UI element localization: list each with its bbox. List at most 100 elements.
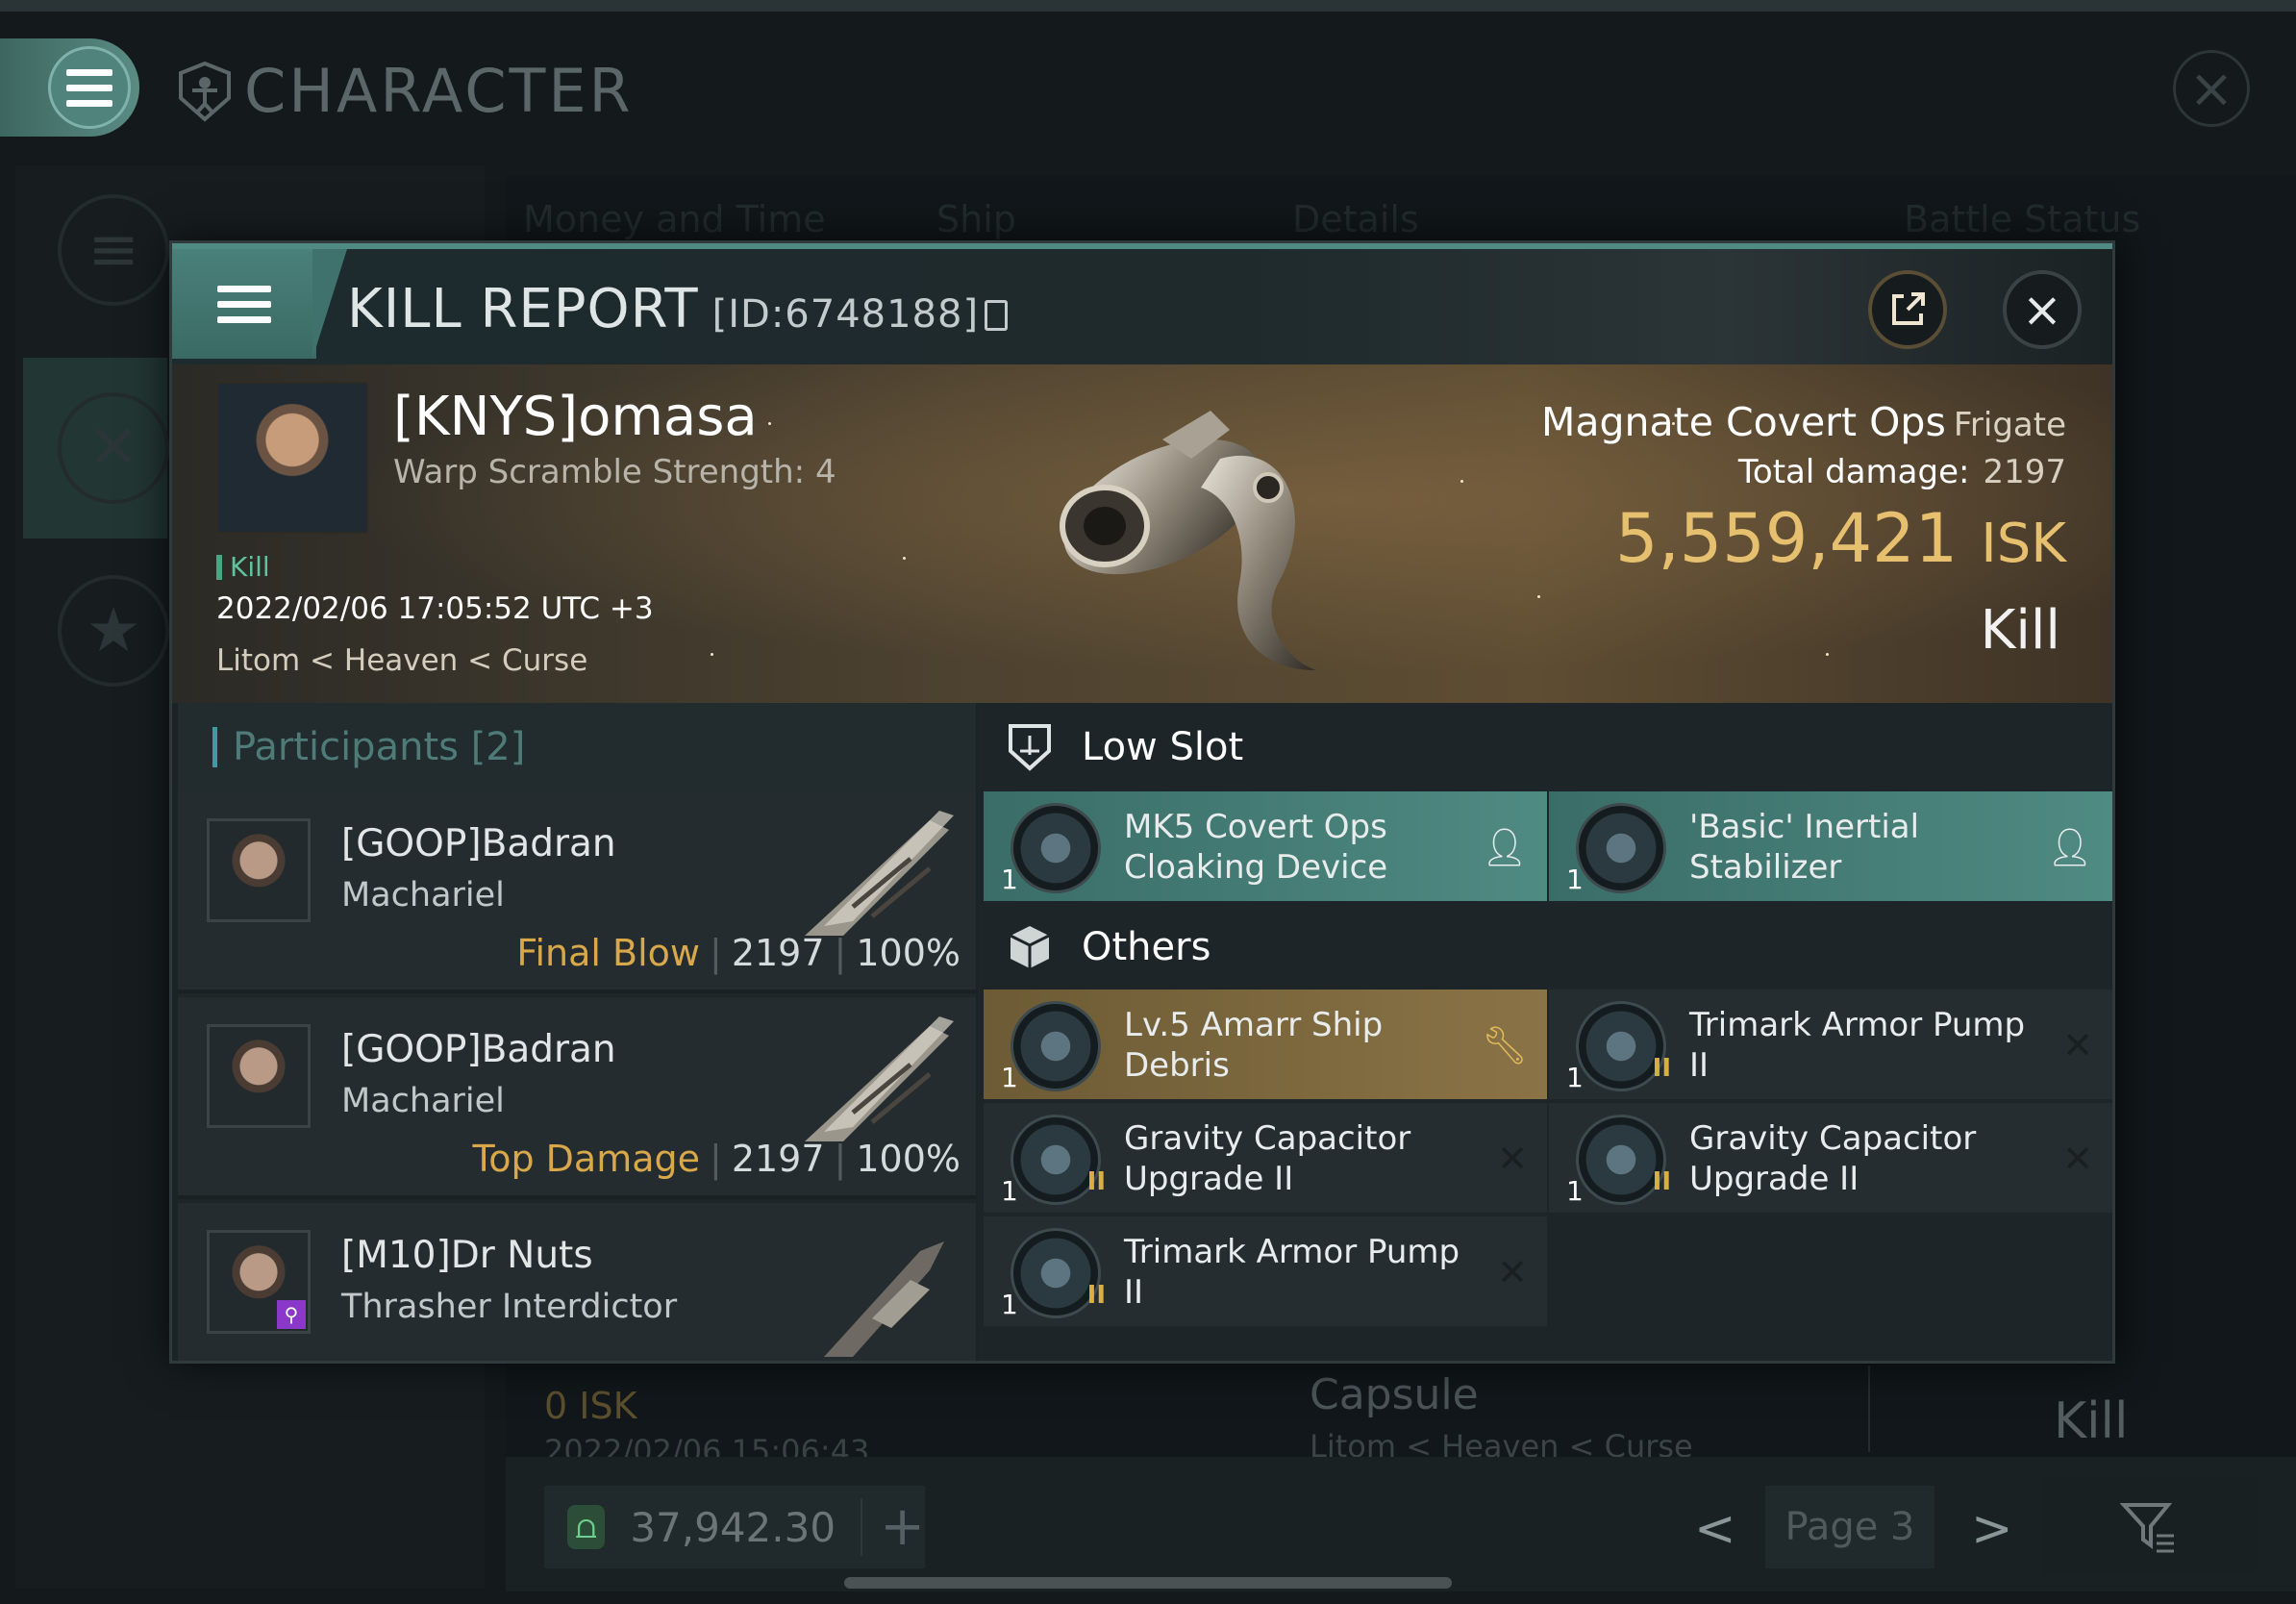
screen-title-text: CHARACTER <box>244 56 634 126</box>
header-battle-status[interactable]: Battle Status <box>1904 198 2140 240</box>
victim-ship-class: Frigate <box>1953 406 2066 444</box>
result-label: Kill <box>1980 599 2060 662</box>
participants-header: Participants [2] <box>178 703 976 791</box>
hamburger-icon <box>217 285 271 323</box>
kill-tag-label: Kill <box>230 551 270 583</box>
participant-damage: 2197 <box>731 932 825 974</box>
page-indicator: Page 3 <box>1765 1486 1934 1568</box>
crossed-swords-icon: ✕ <box>58 392 169 504</box>
prev-row-result: Kill <box>2054 1392 2129 1450</box>
close-icon[interactable]: × <box>2173 50 2250 127</box>
header-ship[interactable]: Ship <box>936 198 1016 240</box>
main-menu-button[interactable] <box>0 38 139 137</box>
battle-log-headers: Money and Time Ship Details Battle Statu… <box>523 198 2158 246</box>
header-money-time[interactable]: Money and Time <box>523 198 826 240</box>
wrench-icon: 🔧︎ <box>1481 1024 1528 1066</box>
wallet-display: ⩍ 37,942.30 + <box>544 1486 925 1568</box>
dialog-menu-button[interactable] <box>172 249 316 359</box>
prev-row-isk: 0 ISK <box>544 1385 637 1427</box>
participant-portrait <box>207 1024 311 1128</box>
kill-report-dialog: KILL REPORT [ID:6748188] × [KNYS]omasa Wa… <box>169 240 2115 1364</box>
chevron-right-icon[interactable]: > <box>1971 1500 2013 1558</box>
copy-icon[interactable] <box>985 300 1009 331</box>
shield-slot-icon <box>1007 722 1053 772</box>
victim-ship: Magnate Covert Ops Frigate <box>1541 399 2066 445</box>
participant-ship: Machariel <box>341 1082 505 1120</box>
victim-ship-name[interactable]: Magnate Covert Ops <box>1541 399 1946 445</box>
wallet-icon: ⩍ <box>567 1505 606 1549</box>
prev-row-ship: Capsule <box>1310 1370 1479 1419</box>
module-qty: 1 <box>1001 1175 1018 1207</box>
module-qty: 1 <box>1566 1062 1584 1093</box>
kill-location: Litom < Heaven < Curse <box>216 643 588 678</box>
module-qty: 1 <box>1001 1062 1018 1093</box>
dialog-title-text: KILL REPORT <box>347 278 699 340</box>
participant-row[interactable]: [GOOP]Badran Machariel Top Damage | 2197 | 1… <box>178 997 976 1199</box>
fitted-module[interactable]: 1 MK5 Covert Ops Cloaking Device 👤︎ <box>984 791 1547 901</box>
share-icon <box>1892 292 1925 325</box>
participant-portrait: ⚲ <box>207 1230 311 1334</box>
module-qty: 1 <box>1001 1289 1018 1320</box>
module-name: Trimark Armor Pump II <box>1689 1006 2026 1085</box>
faction-badge-icon: ⚲ <box>277 1300 306 1329</box>
participant-ship-image <box>824 1241 944 1357</box>
others-label: Others <box>1082 925 1211 969</box>
chevron-left-icon[interactable]: < <box>1694 1500 1736 1558</box>
participant-ship: Thrasher Interdictor <box>341 1288 678 1326</box>
dialog-title: KILL REPORT [ID:6748188] <box>347 278 1009 340</box>
total-damage-label: Total damage: <box>1737 453 1970 491</box>
cross-icon: ✕ <box>2062 1024 2093 1066</box>
dialog-header: KILL REPORT [ID:6748188] × <box>172 243 2112 364</box>
module-name: Gravity Capacitor Upgrade II <box>1689 1119 1977 1198</box>
capacitor-upgrade-icon: II <box>1576 1115 1671 1205</box>
victim-portrait[interactable] <box>216 382 368 534</box>
low-slot-label: Low Slot <box>1082 725 1244 769</box>
close-button[interactable]: × <box>2003 270 2082 349</box>
participants-panel: Participants [2] [GOOP]Badran Machariel … <box>178 703 976 1361</box>
participant-name: [M10]Dr Nuts <box>341 1234 593 1277</box>
screen-title: CHARACTER <box>173 56 634 126</box>
destroyed-module[interactable]: II 1 Gravity Capacitor Upgrade II ✕ <box>984 1103 1547 1213</box>
participant-row[interactable]: ⚲ [M10]Dr Nuts Thrasher Interdictor <box>178 1203 976 1361</box>
module-name: Lv.5 Amarr Ship Debris <box>1124 1006 1384 1085</box>
star-icon[interactable]: ★ <box>58 575 169 687</box>
isk-unit: ISK <box>1981 513 2066 575</box>
filter-button[interactable] <box>2042 1478 2256 1574</box>
participant-name: [GOOP]Badran <box>341 1028 616 1071</box>
salvage-item[interactable]: 1 Lv.5 Amarr Ship Debris 🔧︎ <box>984 990 1547 1099</box>
add-funds-button[interactable]: + <box>861 1498 925 1556</box>
module-qty: 1 <box>1001 864 1018 895</box>
isk-value: 5,559,421 ISK <box>1615 499 2066 578</box>
module-name: 'Basic' Inertial Stabilizer <box>1689 808 1920 887</box>
participant-portrait <box>207 818 311 922</box>
victim-banner: [KNYS]omasa Warp Scramble Strength: 4 Ki… <box>172 364 2112 703</box>
module-qty: 1 <box>1566 1175 1584 1207</box>
share-button[interactable] <box>1868 270 1947 349</box>
warp-scramble-strength: Warp Scramble Strength: 4 <box>393 453 836 491</box>
armor-pump-icon: II <box>1011 1228 1106 1318</box>
victim-name[interactable]: [KNYS]omasa <box>393 386 758 448</box>
participant-percent: 100% <box>856 1138 961 1180</box>
destroyed-module[interactable]: II 1 Trimark Armor Pump II ✕ <box>1549 990 2112 1099</box>
participant-name: [GOOP]Badran <box>341 822 616 865</box>
participant-row[interactable]: [GOOP]Badran Machariel Final Blow | 2197 | 1… <box>178 791 976 993</box>
participant-role: Final Blow <box>516 932 701 974</box>
participant-percent: 100% <box>856 932 961 974</box>
divider <box>1868 1366 1870 1452</box>
fittings-panel: Low Slot 1 MK5 Covert Ops Cloaking Devic… <box>978 703 2112 1361</box>
list-icon[interactable]: ≡ <box>58 194 169 306</box>
destroyed-module[interactable]: II 1 Gravity Capacitor Upgrade II ✕ <box>1549 1103 2112 1213</box>
scrollbar[interactable] <box>844 1577 1452 1589</box>
participants-count: [2] <box>470 725 526 769</box>
fitted-module[interactable]: 1 'Basic' Inertial Stabilizer 👤︎ <box>1549 791 2112 901</box>
destroyed-module[interactable]: II 1 Trimark Armor Pump II ✕ <box>984 1216 1547 1326</box>
armor-pump-icon: II <box>1576 1001 1671 1091</box>
participant-stats: Top Damage | 2197 | 100% <box>472 1138 961 1180</box>
header-details[interactable]: Details <box>1292 198 1419 240</box>
filter-icon <box>2120 1503 2174 1553</box>
cross-icon: ✕ <box>2062 1138 2093 1180</box>
vitruvian-icon <box>179 61 231 122</box>
close-icon: × <box>2022 282 2062 338</box>
participant-ship: Machariel <box>341 876 505 915</box>
rail-selected-item[interactable]: ✕ <box>23 358 169 539</box>
